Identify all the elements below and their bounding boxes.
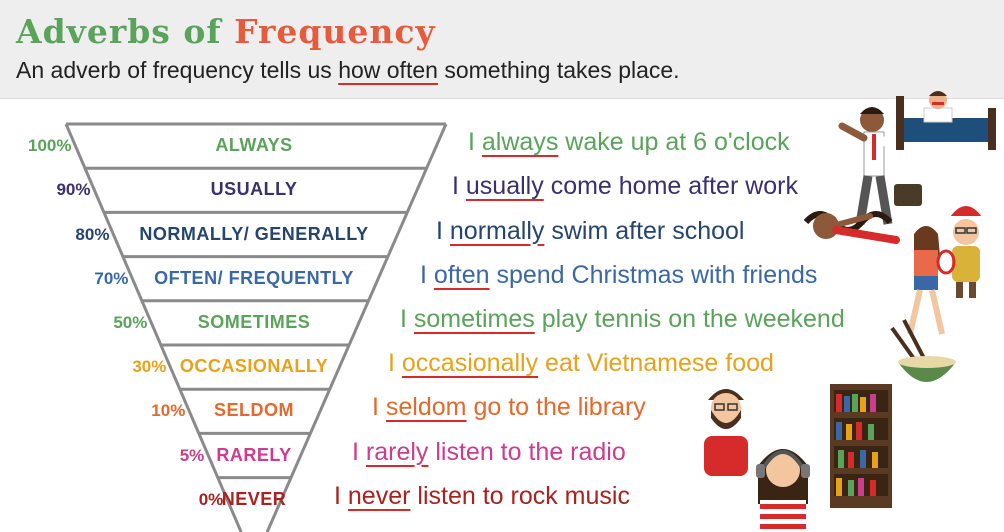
- percent-label: 5%: [179, 445, 205, 465]
- noodle-bowl-icon: [890, 319, 956, 382]
- sentence-rest: swim after school: [551, 216, 745, 245]
- adverb-label: OCCASIONALLY: [179, 356, 329, 377]
- title-part-frequency: Frequency: [234, 12, 436, 51]
- swimmer-icon: [803, 211, 900, 244]
- percent-label: 90%: [56, 180, 91, 200]
- adverb-label: SELDOM: [213, 400, 295, 421]
- subtitle-highlight: how often: [338, 57, 438, 83]
- sentence-subject: I: [388, 349, 395, 378]
- sentence-subject: I: [436, 216, 443, 245]
- subtitle: An adverb of frequency tells us how ofte…: [16, 57, 680, 84]
- infographic-page: Adverbs of Frequency An adverb of freque…: [0, 0, 1004, 532]
- sentence-subject: I: [334, 481, 341, 510]
- bookshelf-icon: [830, 384, 892, 508]
- subtitle-after: something takes place.: [444, 57, 680, 83]
- girl-with-headphones-icon: [756, 449, 810, 532]
- sentence-subject: I: [452, 172, 459, 201]
- example-sentence: I never listen to rock music: [334, 482, 630, 511]
- sentence-keyword: occasionally: [401, 349, 539, 378]
- sentence-keyword: rarely: [365, 437, 429, 466]
- percent-label: 80%: [75, 224, 110, 244]
- title-part-adverbs-of: Adverbs of: [16, 12, 222, 51]
- example-sentence: I always wake up at 6 o'clock: [468, 128, 790, 157]
- sentence-keyword: sometimes: [413, 304, 535, 333]
- sentence-rest: play tennis on the weekend: [541, 304, 845, 333]
- example-sentence: I rarely listen to the radio: [352, 438, 626, 467]
- sentence-rest: wake up at 6 o'clock: [565, 128, 790, 157]
- sentence-rest: listen to the radio: [435, 437, 626, 466]
- sentence-subject: I: [420, 260, 427, 289]
- adverb-label: USUALLY: [210, 179, 298, 200]
- percent-label: 50%: [113, 312, 148, 332]
- sentence-subject: I: [372, 393, 379, 422]
- example-sentence: I normally swim after school: [436, 217, 744, 246]
- adverb-label: RARELY: [216, 444, 292, 465]
- bearded-man-icon: [704, 389, 748, 476]
- header: Adverbs of Frequency An adverb of freque…: [0, 0, 1004, 99]
- percent-label: 30%: [132, 357, 167, 377]
- page-title: Adverbs of Frequency: [16, 12, 436, 51]
- sentence-rest: go to the library: [473, 393, 646, 422]
- sentence-keyword: normally: [449, 216, 545, 245]
- sentence-rest: listen to rock music: [417, 481, 630, 510]
- sentence-keyword: always: [481, 128, 559, 157]
- adverb-label: OFTEN/ FREQUENTLY: [154, 267, 354, 288]
- adverb-label: ALWAYS: [215, 135, 293, 156]
- percent-label: 100%: [28, 136, 72, 156]
- example-sentence: I occasionally eat Vietnamese food: [388, 349, 774, 378]
- example-sentence: I usually come home after work: [452, 172, 798, 201]
- adverb-label: NORMALLY/ GENERALLY: [139, 223, 369, 244]
- example-sentence: I often spend Christmas with friends: [420, 261, 817, 290]
- sentence-rest: spend Christmas with friends: [496, 260, 818, 289]
- sentence-rest: come home after work: [550, 172, 799, 201]
- percent-label: 70%: [94, 268, 129, 288]
- adverb-label: NEVER: [221, 488, 287, 509]
- adverb-label: SOMETIMES: [197, 311, 311, 332]
- example-sentence: I seldom go to the library: [372, 393, 646, 422]
- sentence-keyword: often: [433, 260, 490, 289]
- example-sentence: I sometimes play tennis on the weekend: [400, 305, 845, 334]
- percent-label: 10%: [151, 401, 186, 421]
- sentence-subject: I: [468, 128, 475, 157]
- sentence-keyword: usually: [465, 172, 544, 201]
- percent-label: 0%: [198, 489, 224, 509]
- sentence-rest: eat Vietnamese food: [545, 349, 774, 378]
- sentence-subject: I: [352, 437, 359, 466]
- sentence-subject: I: [400, 304, 407, 333]
- subtitle-before: An adverb of frequency tells us: [16, 57, 332, 83]
- sentence-keyword: seldom: [385, 393, 467, 422]
- sentence-keyword: never: [347, 481, 411, 510]
